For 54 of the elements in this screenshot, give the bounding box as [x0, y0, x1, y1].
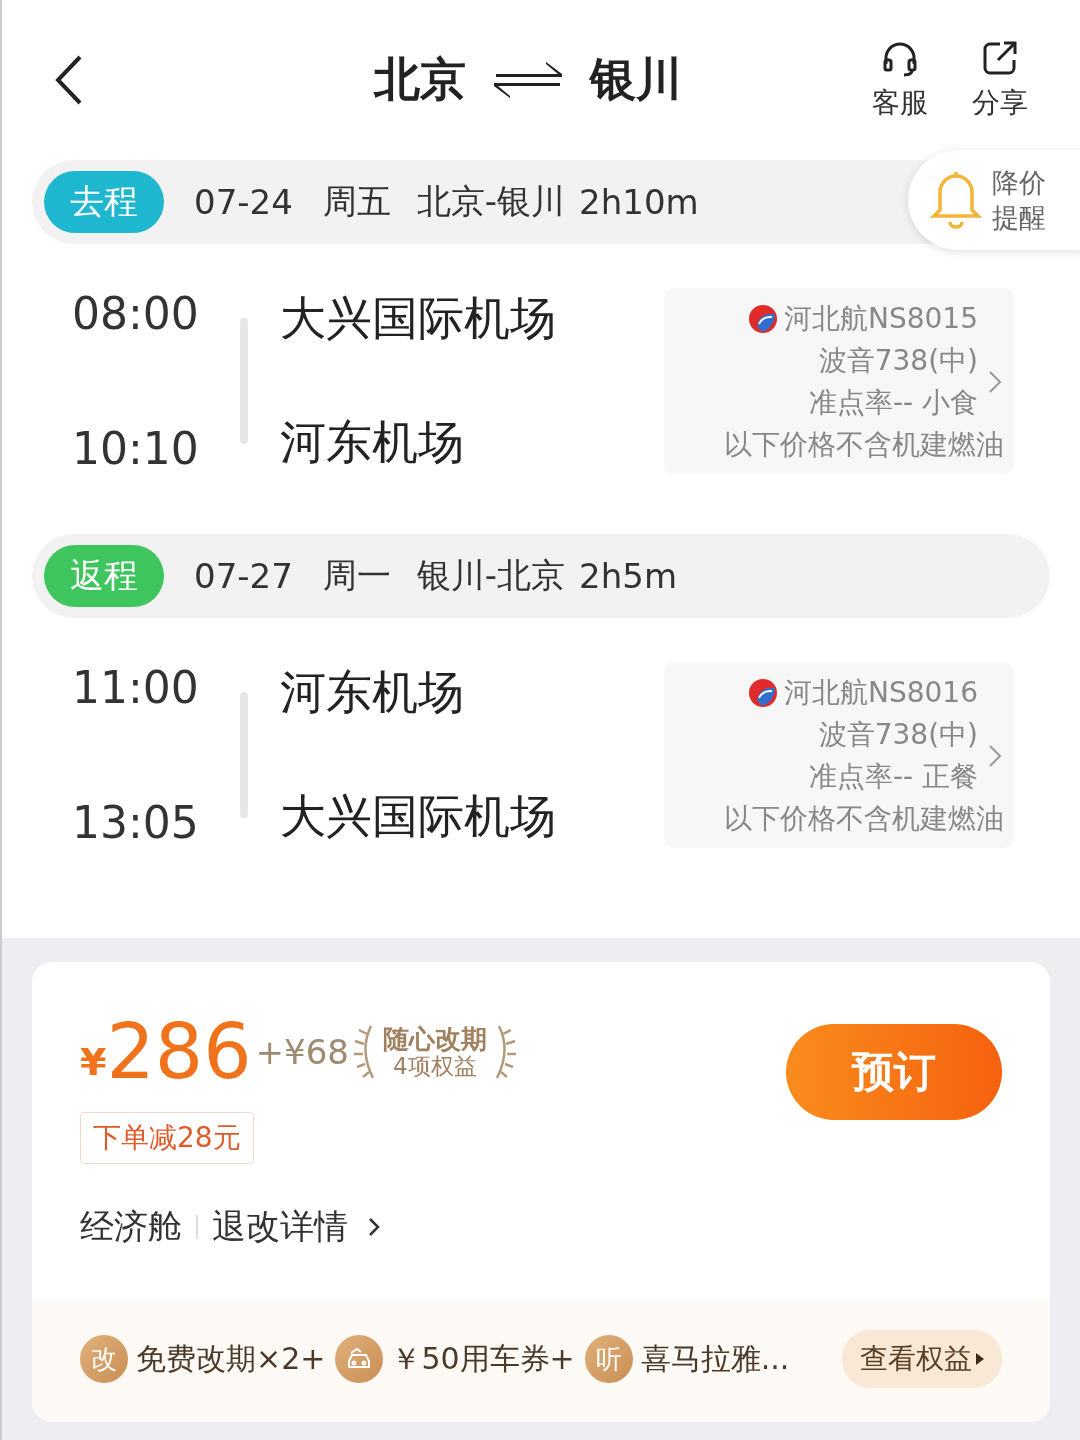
- leg-route: 北京-银川: [416, 180, 566, 223]
- leg-date: 07-24: [194, 182, 293, 222]
- destination-city: 银川: [590, 51, 682, 108]
- arrival-time: 13:05: [72, 797, 200, 848]
- aircraft-type: 波音738(中): [818, 343, 978, 379]
- arrival-airport: 河东机场: [280, 414, 465, 471]
- cabin-class: 经济舱: [80, 1205, 182, 1248]
- price-note: 以下价格不含机建燃油: [724, 427, 1004, 463]
- departure-airport: 河东机场: [280, 664, 465, 721]
- aircraft-type: 波音738(中): [818, 717, 978, 753]
- departure-time: 11:00: [72, 662, 200, 713]
- price-alert-button[interactable]: 降价提醒: [908, 150, 1080, 250]
- currency-symbol: ¥: [80, 1040, 107, 1084]
- flight-number: 河北航NS8015: [784, 301, 978, 337]
- share-button[interactable]: 分享: [950, 38, 1050, 122]
- perk-subtitle: 4项权益: [393, 1053, 477, 1078]
- benefit-badge: 改: [80, 1335, 128, 1383]
- price-note: 以下价格不含机建燃油: [724, 801, 1004, 837]
- leg-date: 07-27: [194, 556, 293, 596]
- perk-title: 随心改期: [382, 1026, 487, 1054]
- chevron-right-icon: [988, 370, 1002, 394]
- leg-route: 银川-北京: [416, 554, 566, 597]
- benefit-label: ￥50用车券+: [391, 1339, 575, 1378]
- swap-icon[interactable]: [494, 60, 562, 100]
- leg-weekday: 周五: [322, 180, 391, 223]
- fare-price: 286: [106, 1014, 252, 1090]
- discount-tag: 下单减28元: [80, 1112, 254, 1164]
- benefit-label: 免费改期×2+: [136, 1339, 326, 1378]
- chevron-right-icon: [368, 1216, 380, 1238]
- origin-city: 北京: [374, 51, 466, 108]
- view-benefits-button[interactable]: 查看权益: [842, 1330, 1002, 1388]
- arrival-time: 10:10: [72, 423, 200, 474]
- customer-service-button[interactable]: 客服: [850, 38, 950, 122]
- punctuality-meal: 准点率-- 正餐: [808, 759, 978, 795]
- car-icon: [335, 1335, 384, 1383]
- leg-tag: 去程: [44, 171, 164, 233]
- departure-time: 08:00: [72, 288, 200, 339]
- leg-duration: 2h10m: [579, 182, 699, 222]
- flight-number: 河北航NS8016: [784, 675, 978, 711]
- airline-logo-icon: [748, 678, 778, 708]
- arrival-airport: 大兴国际机场: [280, 788, 557, 845]
- airline-logo-icon: [748, 304, 778, 334]
- refund-rules-link[interactable]: 退改详情: [212, 1204, 380, 1250]
- bell-icon: [930, 170, 982, 230]
- extra-price: +¥68: [255, 1032, 349, 1072]
- benefit-label: 喜马拉雅...: [640, 1339, 790, 1378]
- benefit-badge: 听: [584, 1335, 633, 1383]
- leg-duration: 2h5m: [579, 556, 677, 596]
- leg-tag: 返程: [44, 545, 164, 607]
- chevron-right-icon: [988, 744, 1002, 768]
- departure-airport: 大兴国际机场: [280, 290, 557, 347]
- leg-weekday: 周一: [322, 554, 391, 597]
- triangle-right-icon: [976, 1352, 984, 1366]
- punctuality-meal: 准点率-- 小食: [808, 385, 978, 421]
